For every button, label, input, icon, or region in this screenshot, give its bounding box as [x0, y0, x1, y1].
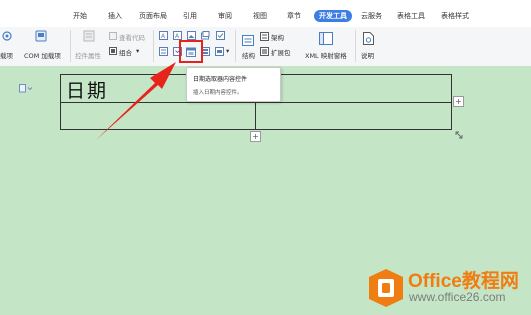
- watermark-url: www.office26.com: [409, 290, 506, 304]
- watermark-brand: Office教程网: [408, 271, 519, 292]
- office-logo-icon: [369, 269, 403, 307]
